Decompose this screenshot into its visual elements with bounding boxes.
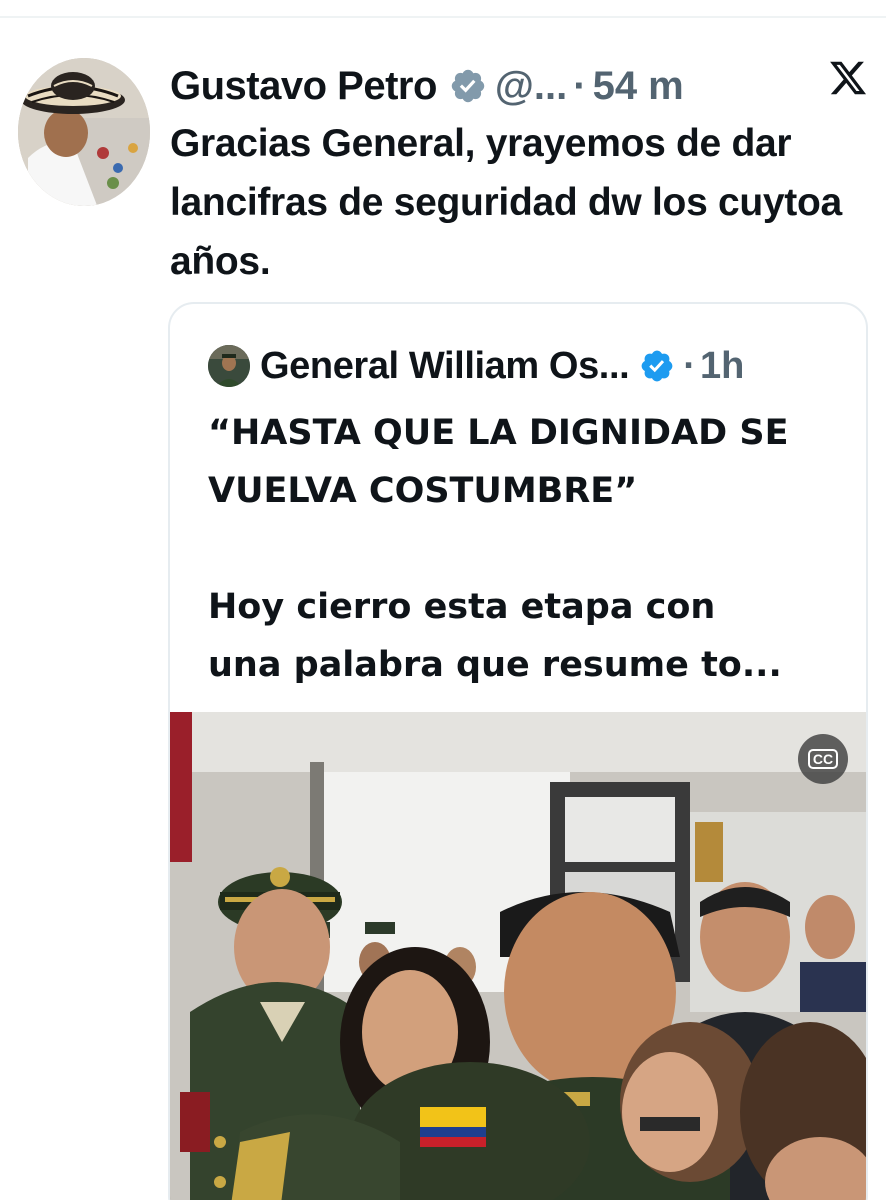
tweet-text: Gracias General, yrayemos de dar lancifr… <box>170 122 842 283</box>
separator-dot: · <box>573 63 587 108</box>
quoted-text-line: Hoy cierro esta etapa con <box>208 587 716 627</box>
tweet[interactable]: Gustavo Petro @... · 54 m Gracias Genera… <box>0 18 886 1200</box>
quoted-tweet[interactable]: General William Os... · 1h “HASTA QUE LA… <box>168 302 868 1200</box>
closed-captions-icon: CC <box>807 749 839 769</box>
quoted-timestamp[interactable]: 1h <box>700 345 744 388</box>
quoted-text-blank-line <box>208 520 848 578</box>
timestamp[interactable]: 54 m <box>593 64 684 109</box>
verified-badge-icon <box>449 67 487 105</box>
quoted-text-line: VUELVA COSTUMBRE” <box>208 471 638 511</box>
closed-captions-button[interactable]: CC <box>798 734 848 784</box>
quoted-author-avatar[interactable] <box>208 345 250 387</box>
quoted-tweet-text: “HASTA QUE LA DIGNIDAD SE VUELVA COSTUMB… <box>208 404 848 694</box>
quoted-text-line: una palabra que resume to... <box>208 645 782 685</box>
tweet-header: Gustavo Petro @... · 54 m <box>170 56 684 116</box>
quoted-tweet-header: General William Os... · 1h <box>208 342 744 390</box>
video-frame <box>170 712 866 1200</box>
author-handle[interactable]: @... <box>495 64 567 109</box>
author-avatar[interactable] <box>18 58 150 206</box>
author-name[interactable]: Gustavo Petro <box>170 64 437 109</box>
quoted-author-name[interactable]: General William Os... <box>260 345 630 388</box>
x-logo-icon[interactable] <box>828 58 868 98</box>
verified-badge-icon <box>639 348 675 384</box>
quoted-text-line: “HASTA QUE LA DIGNIDAD SE <box>208 413 789 453</box>
separator-dot: · <box>683 344 696 387</box>
video-player[interactable]: CC <box>170 712 866 1200</box>
